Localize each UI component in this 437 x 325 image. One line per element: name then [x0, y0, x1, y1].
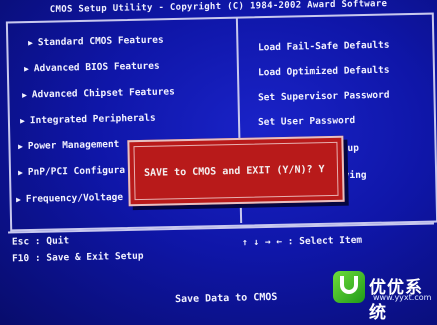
hint-f10: F10 : Save & Exit Setup: [11, 250, 144, 265]
arrow-right-icon: ▶: [23, 64, 29, 74]
watermark-logo: 优优系统 www.yyxt.com: [333, 271, 432, 323]
arrow-right-icon: ▶: [27, 38, 33, 48]
arrow-right-icon: ▶: [21, 90, 27, 100]
menu-item-user-password[interactable]: Set User Password: [258, 115, 355, 128]
hint-esc: Esc : Quit: [11, 235, 70, 248]
status-line: Save Data to CMOS: [174, 291, 278, 306]
menu-item-label: PnP/PCI Configura: [27, 164, 126, 178]
logo-badge-icon: [333, 271, 365, 303]
save-exit-dialog[interactable]: SAVE to CMOS and EXIT (Y/N)? Y: [127, 135, 345, 207]
u-letter-icon: [340, 276, 358, 294]
menu-item-label: Frequency/Voltage: [25, 191, 124, 205]
arrow-right-icon: ▶: [17, 141, 23, 152]
bios-screen: CMOS Setup Utility - Copyright (C) 1984-…: [0, 0, 437, 325]
arrow-right-icon: ▶: [19, 116, 25, 126]
hint-select: ↑ ↓ → ← : Select Item: [241, 234, 363, 249]
menu-item-power-management[interactable]: ▶ Power Management: [18, 139, 120, 152]
watermark-url: www.yyxt.com: [373, 293, 432, 302]
arrow-right-icon: ▶: [15, 195, 21, 205]
menu-item-pnp-pci[interactable]: ▶ PnP/PCI Configura: [18, 165, 125, 178]
menu-item-frequency-voltage[interactable]: ▶ Frequency/Voltage: [16, 192, 123, 205]
menu-item-label: Power Management: [27, 138, 120, 152]
arrow-right-icon: ▶: [17, 168, 23, 178]
